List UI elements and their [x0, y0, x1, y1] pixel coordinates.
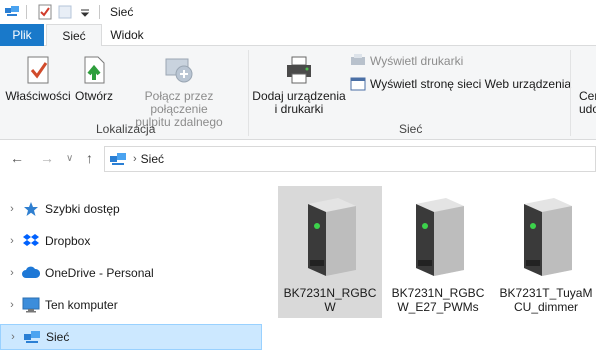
group-label-location: Lokalizacja — [96, 122, 156, 136]
properties-icon — [22, 54, 54, 86]
new-folder-quick-icon[interactable] — [57, 4, 73, 20]
tab-network[interactable]: Sieć — [46, 24, 102, 47]
expand-chevron-icon[interactable]: › — [2, 203, 22, 215]
forward-arrow-icon[interactable]: → — [40, 150, 54, 166]
network-icon — [23, 329, 41, 345]
nav-item-label: Ten komputer — [45, 298, 118, 312]
navigation-pane: › Szybki dostęp › Dropbox › OneDrive - P… — [0, 192, 262, 353]
open-button[interactable]: Otwórz — [72, 46, 116, 103]
clipped-label-2: udo — [579, 102, 596, 116]
expand-chevron-icon[interactable]: › — [3, 331, 23, 343]
show-printers-label: Wyświetl drukarki — [370, 54, 464, 68]
open-icon — [78, 54, 110, 86]
network-center-button-clipped[interactable]: Cer udo — [579, 90, 596, 116]
nav-item-label: OneDrive - Personal — [45, 266, 154, 280]
nav-item-label: Sieć — [46, 330, 70, 344]
device-tile[interactable]: BK7231N_RGBC W_E27_PWMs — [386, 186, 490, 318]
expand-chevron-icon[interactable]: › — [2, 235, 22, 247]
breadcrumb-chevron-icon[interactable]: › — [133, 153, 137, 165]
tab-view[interactable]: Widok — [102, 24, 152, 46]
open-label: Otwórz — [74, 89, 113, 103]
ribbon-tabs: Plik Sieć Widok — [0, 24, 596, 47]
device-tile[interactable]: BK7231T_TuyaM CU_dimmer — [494, 186, 596, 318]
nav-item-label: Szybki dostęp — [45, 202, 120, 216]
dropbox-icon — [22, 233, 40, 249]
title-bar: Sieć — [0, 0, 596, 24]
network-icon — [4, 4, 20, 20]
server-icon — [524, 198, 572, 276]
content-pane: BK7231N_RGBC W BK7231N_RGBC W_E27_PWMs BK7… — [262, 178, 596, 353]
expand-chevron-icon[interactable]: › — [2, 267, 22, 279]
device-name: BK7231N_RGBC W_E27_PWMs — [391, 286, 485, 314]
computer-icon — [22, 297, 40, 313]
address-bar[interactable]: › Sieć — [104, 146, 596, 172]
back-arrow-icon[interactable]: ← — [10, 150, 24, 166]
device-tile[interactable]: BK7231N_RGBC W — [278, 186, 382, 318]
breadcrumb-network[interactable]: Sieć — [141, 152, 164, 166]
nav-item-network[interactable]: › Sieć — [0, 324, 262, 350]
quick-access-toolbar — [0, 0, 106, 24]
nav-item-quick-access[interactable]: › Szybki dostęp — [0, 196, 262, 222]
show-printers-button[interactable]: Wyświetl drukarki — [350, 54, 463, 68]
show-device-webpage-button[interactable]: Wyświetl stronę sieci Web urządzenia — [350, 77, 571, 91]
show-device-webpage-label: Wyświetl stronę sieci Web urządzenia — [370, 77, 572, 91]
window-title: Sieć — [110, 5, 134, 19]
recent-locations-chevron-icon[interactable]: ∨ — [66, 153, 73, 164]
remote-desktop-icon — [163, 54, 195, 86]
group-divider — [248, 50, 249, 136]
customize-dropdown-icon[interactable] — [77, 4, 93, 20]
server-icon — [308, 198, 356, 276]
network-icon — [109, 151, 127, 167]
expand-chevron-icon[interactable]: › — [2, 299, 22, 311]
star-icon — [22, 201, 40, 217]
cloud-icon — [22, 265, 41, 281]
ribbon: Właściwości Otwórz Połącz przez połączen… — [0, 46, 596, 140]
device-name: BK7231N_RGBC W — [283, 286, 377, 314]
properties-quick-icon[interactable] — [37, 4, 53, 20]
group-label-network: Sieć — [399, 122, 423, 136]
remote-desktop-button[interactable]: Połącz przez połączenie pulpitu zdalnego — [116, 46, 242, 129]
add-devices-button[interactable]: Dodaj urządzenia i drukarki — [252, 46, 346, 116]
nav-item-dropbox[interactable]: › Dropbox — [0, 228, 262, 254]
properties-button[interactable]: Właściwości — [5, 46, 71, 103]
nav-item-onedrive[interactable]: › OneDrive - Personal — [0, 260, 262, 286]
divider — [99, 5, 100, 19]
group-divider — [570, 50, 571, 136]
nav-item-this-pc[interactable]: › Ten komputer — [0, 292, 262, 318]
printers-small-icon — [350, 54, 366, 68]
nav-item-label: Dropbox — [45, 234, 91, 248]
server-icon — [416, 198, 464, 276]
add-devices-label-2: i drukarki — [274, 102, 324, 116]
printer-icon — [283, 54, 315, 86]
divider — [26, 5, 27, 19]
remote-desktop-label-1: Połącz przez połączenie — [144, 89, 214, 116]
up-arrow-icon[interactable]: ↑ — [86, 150, 93, 166]
tab-file[interactable]: Plik — [0, 24, 44, 46]
navigation-bar: ← → ∨ ↑ › Sieć — [0, 140, 596, 178]
device-name: BK7231T_TuyaM CU_dimmer — [499, 286, 593, 314]
webpage-icon — [350, 77, 366, 91]
properties-label: Właściwości — [5, 89, 71, 103]
